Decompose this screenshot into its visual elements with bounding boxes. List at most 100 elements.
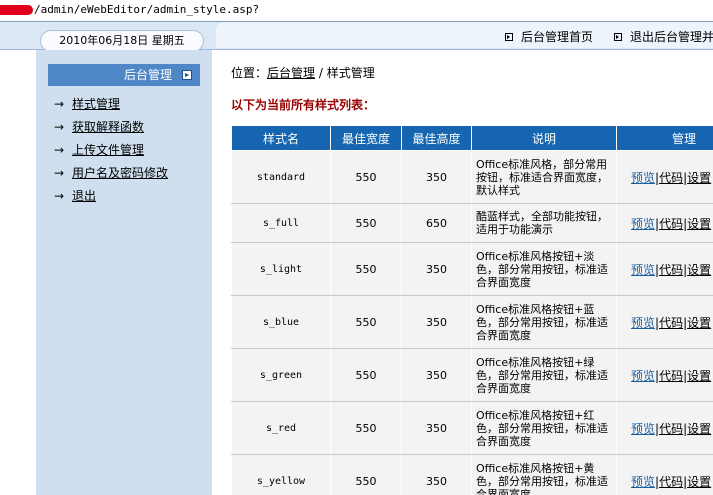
description-cell: Office标准风格，部分常用按钮，标准适合界面宽度，默认样式	[471, 150, 617, 204]
breadcrumb: 位置：后台管理 / 样式管理	[231, 64, 375, 81]
preview-link[interactable]: 预览	[631, 475, 655, 489]
table-row: s_full 550 650 酷蓝样式，全部功能按钮，适用于功能演示 预览|代码|设置	[231, 203, 713, 243]
actions-cell: 预览|代码|设置	[616, 242, 713, 296]
best-height-cell: 350	[401, 454, 472, 495]
best-width-cell: 550	[330, 242, 402, 296]
actions-cell: 预览|代码|设置	[616, 150, 713, 204]
sidebar-item-label[interactable]: 获取解释函数	[72, 120, 144, 134]
style-name-cell: s_full	[231, 203, 331, 243]
best-width-cell: 550	[330, 401, 402, 455]
best-width-cell: 550	[330, 454, 402, 495]
home-link[interactable]: 后台管理首页	[505, 28, 593, 45]
code-link[interactable]: 代码	[659, 422, 683, 436]
preview-link[interactable]: 预览	[631, 263, 655, 277]
home-link-label: 后台管理首页	[521, 30, 594, 44]
code-link[interactable]: 代码	[659, 217, 683, 231]
settings-link[interactable]: 设置	[687, 217, 711, 231]
actions-cell: 预览|代码|设置	[616, 348, 713, 402]
sidebar-item-get-function[interactable]: → 获取解释函数	[54, 118, 144, 135]
best-height-cell: 350	[401, 242, 472, 296]
column-header: 最佳高度	[401, 125, 472, 151]
logout-link[interactable]: 退出后台管理并	[614, 28, 713, 45]
table-row: standard 550 350 Office标准风格，部分常用按钮，标准适合界面宽度…	[231, 150, 713, 204]
table-row: s_blue 550 350 Office标准风格按钮+蓝色，部分常用按钮，标准适合界…	[231, 295, 713, 349]
best-width-cell: 550	[330, 295, 402, 349]
list-title: 以下为当前所有样式列表：	[231, 98, 376, 112]
settings-link[interactable]: 设置	[687, 369, 711, 383]
preview-link[interactable]: 预览	[631, 369, 655, 383]
redaction-mark	[0, 5, 33, 15]
best-width-cell: 550	[330, 203, 402, 243]
right-arrow-icon: →	[54, 143, 65, 157]
description-cell: Office标准风格按钮+红色，部分常用按钮，标准适合界面宽度	[471, 401, 617, 455]
preview-link[interactable]: 预览	[631, 171, 655, 185]
arrow-square-icon	[505, 32, 513, 41]
style-name-cell: s_blue	[231, 295, 331, 349]
best-height-cell: 350	[401, 401, 472, 455]
best-height-cell: 350	[401, 150, 472, 204]
right-arrow-icon: →	[54, 120, 65, 134]
preview-link[interactable]: 预览	[631, 422, 655, 436]
arrow-square-icon	[182, 70, 192, 80]
code-link[interactable]: 代码	[659, 263, 683, 277]
sidebar-title-label: 后台管理	[123, 68, 172, 82]
style-table: 样式名 最佳宽度 最佳高度 说明 管理 standard 550 350 Office…	[231, 125, 713, 495]
code-link[interactable]: 代码	[659, 316, 683, 330]
best-width-cell: 550	[330, 150, 402, 204]
description-cell: Office标准风格按钮+黄色，部分常用按钮，标准适合界面宽度	[471, 454, 617, 495]
table-row: s_red 550 350 Office标准风格按钮+红色，部分常用按钮，标准适合界面…	[231, 401, 713, 455]
breadcrumb-separator: /	[315, 66, 327, 80]
code-link[interactable]: 代码	[659, 475, 683, 489]
sidebar-item-label[interactable]: 退出	[72, 189, 96, 203]
settings-link[interactable]: 设置	[687, 422, 711, 436]
style-name-cell: s_green	[231, 348, 331, 402]
description-cell: Office标准风格按钮+蓝色，部分常用按钮，标准适合界面宽度	[471, 295, 617, 349]
actions-cell: 预览|代码|设置	[616, 454, 713, 495]
right-arrow-icon: →	[54, 189, 65, 203]
right-arrow-icon: →	[54, 97, 65, 111]
breadcrumb-current: 样式管理	[326, 66, 375, 80]
settings-link[interactable]: 设置	[687, 475, 711, 489]
sidebar-title[interactable]: 后台管理	[48, 64, 200, 86]
sidebar-item-label[interactable]: 上传文件管理	[72, 143, 144, 157]
settings-link[interactable]: 设置	[687, 263, 711, 277]
date-display: 2010年06月18日 星期五	[40, 30, 204, 52]
code-link[interactable]: 代码	[659, 369, 683, 383]
style-name-cell: s_red	[231, 401, 331, 455]
logout-link-label: 退出后台管理并	[630, 30, 713, 44]
right-arrow-icon: →	[54, 166, 65, 180]
column-header: 最佳宽度	[330, 125, 402, 151]
sidebar	[36, 50, 212, 495]
address-bar[interactable]: /admin/eWebEditor/admin_style.asp?	[0, 0, 713, 22]
table-row: s_yellow 550 350 Office标准风格按钮+黄色，部分常用按钮，标准适…	[231, 454, 713, 495]
sidebar-item-password[interactable]: → 用户名及密码修改	[54, 164, 168, 181]
settings-link[interactable]: 设置	[687, 316, 711, 330]
breadcrumb-link[interactable]: 后台管理	[267, 66, 315, 80]
arrow-square-icon	[614, 32, 622, 41]
table-row: s_green 550 350 Office标准风格按钮+绿色，部分常用按钮，标准适合…	[231, 348, 713, 402]
address-url[interactable]: /admin/eWebEditor/admin_style.asp?	[34, 3, 259, 16]
actions-cell: 预览|代码|设置	[616, 401, 713, 455]
sidebar-item-label[interactable]: 用户名及密码修改	[72, 166, 168, 180]
table-row: s_light 550 350 Office标准风格按钮+淡色，部分常用按钮，标准适合…	[231, 242, 713, 296]
style-name-cell: standard	[231, 150, 331, 204]
best-height-cell: 350	[401, 348, 472, 402]
sidebar-item-style-manage[interactable]: → 样式管理	[54, 95, 120, 112]
best-height-cell: 650	[401, 203, 472, 243]
column-header: 说明	[471, 125, 617, 151]
best-width-cell: 550	[330, 348, 402, 402]
column-header: 管理	[616, 125, 713, 151]
actions-cell: 预览|代码|设置	[616, 295, 713, 349]
best-height-cell: 350	[401, 295, 472, 349]
description-cell: Office标准风格按钮+绿色，部分常用按钮，标准适合界面宽度	[471, 348, 617, 402]
description-cell: Office标准风格按钮+淡色，部分常用按钮，标准适合界面宽度	[471, 242, 617, 296]
preview-link[interactable]: 预览	[631, 316, 655, 330]
breadcrumb-prefix: 位置：	[231, 66, 268, 80]
sidebar-item-upload-files[interactable]: → 上传文件管理	[54, 141, 144, 158]
code-link[interactable]: 代码	[659, 171, 683, 185]
sidebar-item-exit[interactable]: → 退出	[54, 187, 96, 204]
style-name-cell: s_yellow	[231, 454, 331, 495]
sidebar-item-label[interactable]: 样式管理	[72, 97, 120, 111]
settings-link[interactable]: 设置	[687, 171, 711, 185]
preview-link[interactable]: 预览	[631, 217, 655, 231]
